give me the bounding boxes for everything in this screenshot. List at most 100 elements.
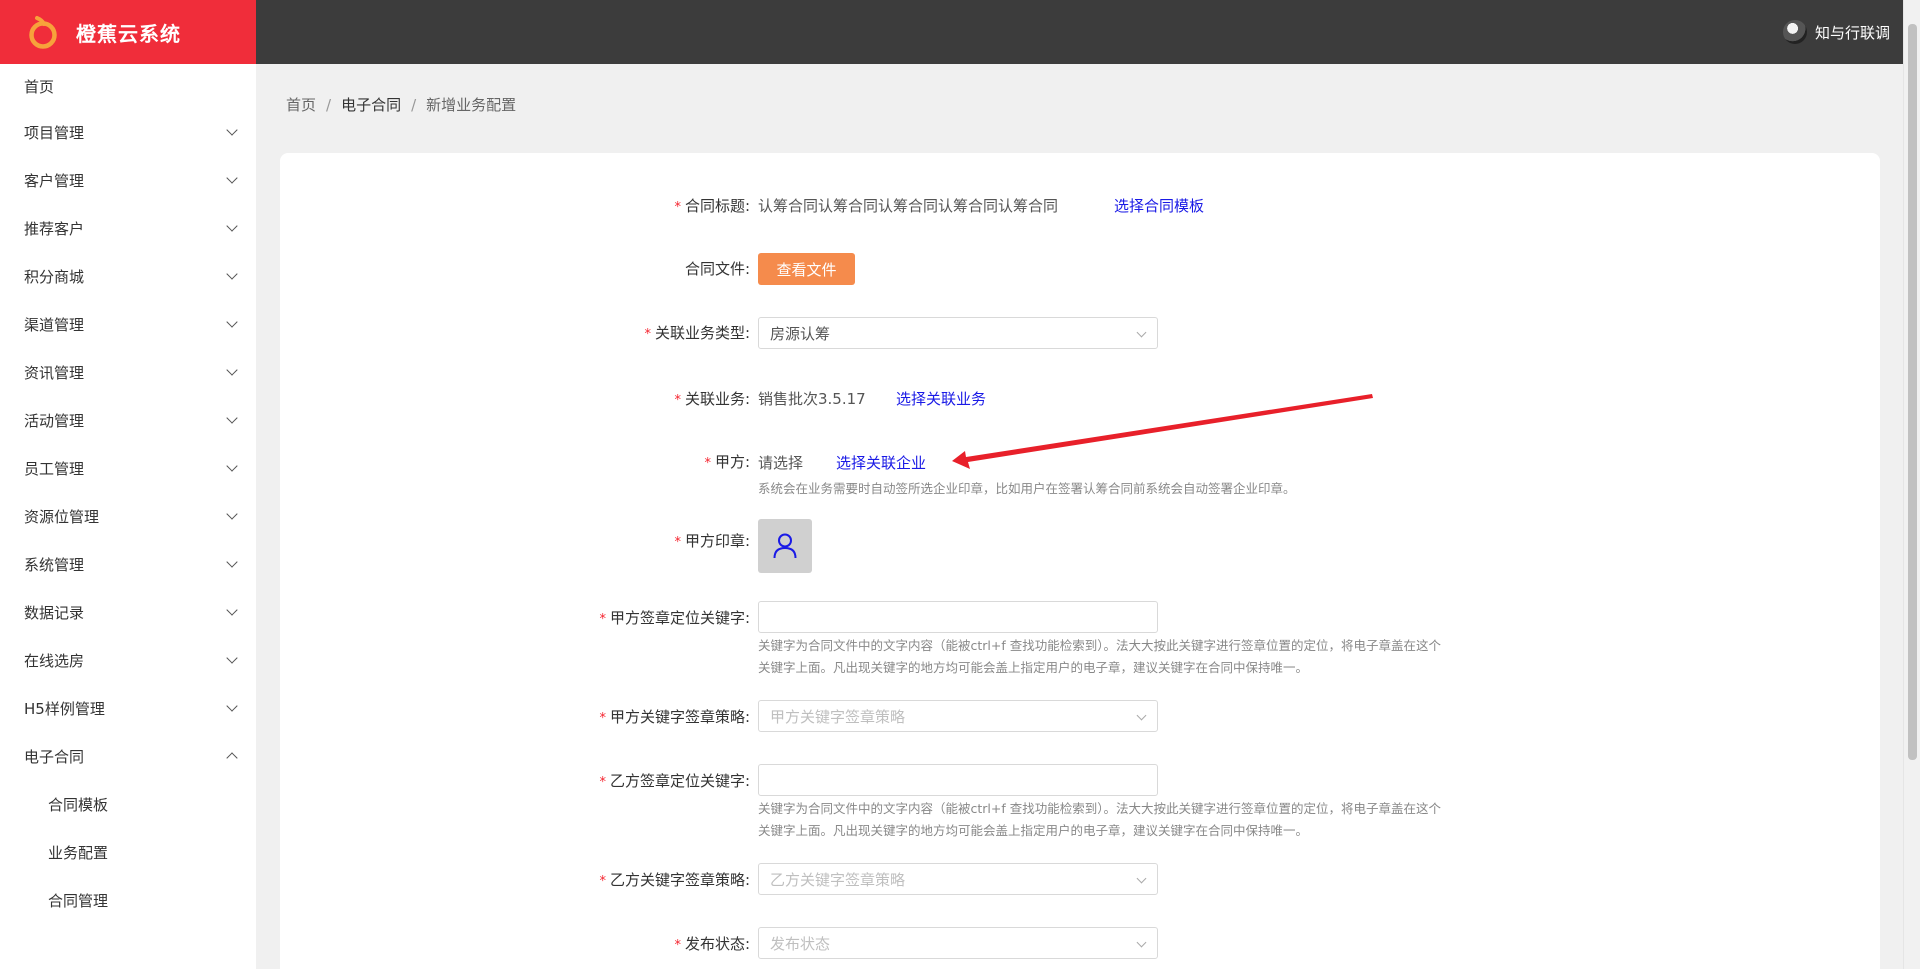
sidebar-item-label: H5样例管理 (24, 699, 105, 718)
party-a-seal-upload[interactable] (758, 519, 812, 573)
sidebar-subitem-contract-template[interactable]: 合同模板 (0, 780, 256, 828)
select-contract-template-link[interactable]: 选择合同模板 (1114, 195, 1204, 216)
chevron-down-icon (226, 556, 238, 568)
party-b-strategy-label: * 乙方关键字签章策略: (599, 869, 750, 890)
chevron-down-icon (226, 460, 238, 472)
view-file-button[interactable]: 查看文件 (758, 253, 855, 285)
sidebar-item-label: 数据记录 (24, 603, 85, 622)
party-a-strategy-placeholder: 甲方关键字签章策略 (770, 707, 906, 726)
party-a-value: 请选择 (758, 454, 804, 472)
related-business-label: * 关联业务: (674, 388, 750, 409)
avatar (1782, 20, 1807, 44)
sidebar-item-system[interactable]: 系统管理 (0, 540, 256, 588)
sidebar-item-label: 项目管理 (24, 123, 85, 142)
party-b-keyword-label: * 乙方签章定位关键字: (599, 770, 750, 791)
label-text: 乙方关键字签章策略: (609, 871, 750, 889)
chevron-down-icon (226, 652, 238, 664)
sidebar-item-online-selection[interactable]: 在线选房 (0, 636, 256, 684)
scrollbar-thumb[interactable] (1908, 24, 1917, 760)
sidebar-item-e-contract[interactable]: 电子合同 (0, 732, 256, 780)
chevron-down-icon (1136, 873, 1147, 884)
page-scrollbar[interactable] (1903, 0, 1920, 969)
sidebar: 首页 项目管理 客户管理 推荐客户 积分商城 渠道管理 资讯管理 活动管理 员工… (0, 64, 256, 969)
contract-file-label: 合同文件: (684, 260, 750, 278)
chevron-down-icon (226, 220, 238, 232)
publish-status-select[interactable]: 发布状态 (758, 927, 1158, 959)
label-text: 乙方签章定位关键字: (609, 772, 750, 790)
sidebar-item-data-records[interactable]: 数据记录 (0, 588, 256, 636)
sidebar-subitem-business-config[interactable]: 业务配置 (0, 828, 256, 876)
party-b-strategy-select[interactable]: 乙方关键字签章策略 (758, 863, 1158, 895)
contract-title-label: * 合同标题: (674, 195, 750, 216)
sidebar-item-label: 电子合同 (24, 747, 85, 766)
sidebar-item-label: 客户管理 (24, 171, 85, 190)
chevron-up-icon (226, 752, 238, 764)
party-b-keyword-input[interactable] (758, 764, 1158, 796)
party-b-strategy-placeholder: 乙方关键字签章策略 (770, 870, 906, 889)
party-a-label: * 甲方: (704, 451, 750, 472)
chevron-down-icon (226, 316, 238, 328)
hint-line: 关键字为合同文件中的文字内容（能被ctrl+f 查找功能检索到）。法大大按此关键… (758, 638, 1441, 653)
sidebar-item-resource-slots[interactable]: 资源位管理 (0, 492, 256, 540)
label-text: 合同标题: (684, 197, 750, 215)
sidebar-item-news[interactable]: 资讯管理 (0, 348, 256, 396)
sidebar-item-activities[interactable]: 活动管理 (0, 396, 256, 444)
breadcrumb-separator: / (326, 95, 332, 114)
label-text: 关联业务类型: (654, 324, 750, 342)
breadcrumb-current: 新增业务配置 (426, 96, 517, 114)
breadcrumb-home[interactable]: 首页 (286, 94, 316, 115)
sidebar-subitem-contract-management[interactable]: 合同管理 (0, 876, 256, 924)
sidebar-item-employees[interactable]: 员工管理 (0, 444, 256, 492)
required-mark: * (674, 535, 681, 550)
label-text: 甲方签章定位关键字: (609, 609, 750, 627)
sidebar-item-referrals[interactable]: 推荐客户 (0, 204, 256, 252)
sidebar-item-label: 积分商城 (24, 267, 85, 286)
required-mark: * (644, 327, 651, 342)
sidebar-item-h5-samples[interactable]: H5样例管理 (0, 684, 256, 732)
select-related-business-link[interactable]: 选择关联业务 (896, 388, 986, 409)
sidebar-item-channels[interactable]: 渠道管理 (0, 300, 256, 348)
sidebar-item-points-mall[interactable]: 积分商城 (0, 252, 256, 300)
chevron-down-icon (1136, 710, 1147, 721)
chevron-down-icon (226, 604, 238, 616)
required-mark: * (674, 938, 681, 953)
label-text: 发布状态: (684, 935, 750, 953)
label-text: 甲方印章: (684, 532, 750, 550)
breadcrumb-separator: / (411, 95, 417, 114)
party-a-keyword-hint: 关键字为合同文件中的文字内容（能被ctrl+f 查找功能检索到）。法大大按此关键… (758, 635, 1528, 679)
sidebar-item-label: 首页 (24, 77, 55, 96)
sidebar-item-home[interactable]: 首页 (0, 64, 256, 108)
chevron-down-icon (226, 172, 238, 184)
chevron-down-icon (226, 412, 238, 424)
select-related-company-link[interactable]: 选择关联企业 (836, 452, 926, 473)
hint-line: 关键字为合同文件中的文字内容（能被ctrl+f 查找功能检索到）。法大大按此关键… (758, 801, 1441, 816)
label-text: 甲方关键字签章策略: (609, 708, 750, 726)
publish-status-label: * 发布状态: (674, 933, 750, 954)
chevron-down-icon (226, 268, 238, 280)
form-card (280, 153, 1880, 969)
required-mark: * (599, 874, 606, 889)
sidebar-item-label: 在线选房 (24, 651, 85, 670)
party-a-keyword-input[interactable] (758, 601, 1158, 633)
logo-area[interactable]: 橙蕉云系统 (0, 0, 256, 64)
breadcrumb: 首页 / 电子合同 / 新增业务配置 (286, 94, 516, 115)
label-text: 甲方: (714, 453, 750, 471)
chevron-down-icon (226, 124, 238, 136)
publish-status-placeholder: 发布状态 (770, 934, 831, 953)
user-name: 知与行联调 (1814, 23, 1890, 42)
logo-icon (28, 14, 60, 50)
required-mark: * (599, 775, 606, 790)
breadcrumb-e-contract[interactable]: 电子合同 (341, 94, 401, 115)
sidebar-item-customers[interactable]: 客户管理 (0, 156, 256, 204)
sidebar-item-label: 推荐客户 (24, 219, 85, 238)
party-a-strategy-select[interactable]: 甲方关键字签章策略 (758, 700, 1158, 732)
sidebar-item-projects[interactable]: 项目管理 (0, 108, 256, 156)
sidebar-item-label: 渠道管理 (24, 315, 85, 334)
sidebar-item-label: 系统管理 (24, 555, 85, 574)
top-header: 橙蕉云系统 知与行联调 (0, 0, 1920, 64)
user-menu[interactable]: 知与行联调 (1782, 0, 1890, 64)
business-type-label: * 关联业务类型: (644, 322, 750, 343)
sidebar-item-label: 资源位管理 (24, 507, 100, 526)
business-type-select[interactable]: 房源认筹 (758, 317, 1158, 349)
chevron-down-icon (226, 700, 238, 712)
